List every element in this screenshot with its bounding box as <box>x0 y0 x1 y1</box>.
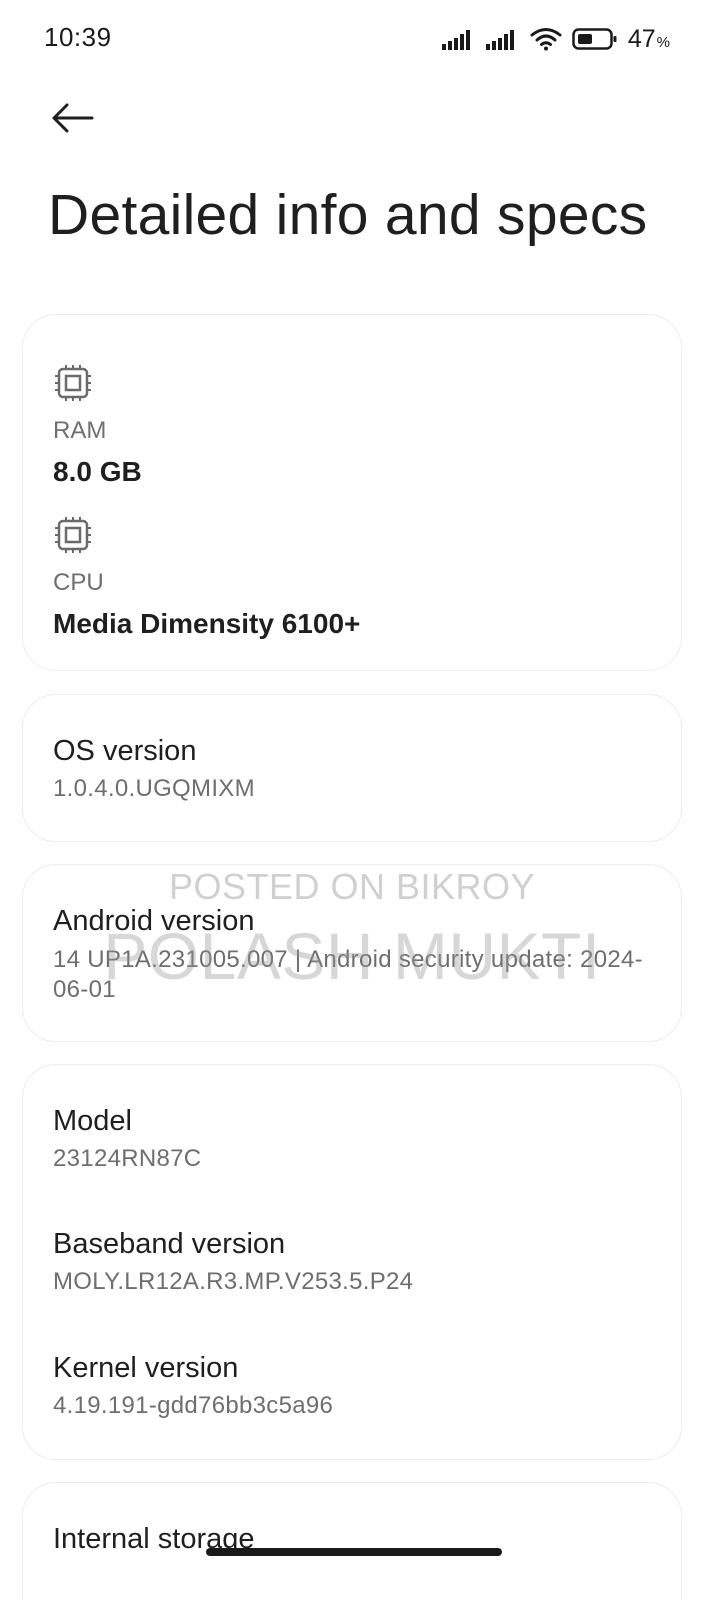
wifi-icon <box>530 27 562 51</box>
screen: 10:39 47 % Detailed info and specs RAM 8… <box>0 0 720 1600</box>
android-version-title: Android version <box>53 905 255 937</box>
battery-icon <box>572 27 618 51</box>
signal-icon <box>485 28 520 50</box>
arrow-left-icon <box>52 103 94 133</box>
hardware-card: RAM 8.0 GB CPU Media Dimensity 6100+ <box>22 314 682 671</box>
battery-percent: 47% <box>628 25 670 54</box>
os-version-value: 1.0.4.0.UGQMIXM <box>53 775 255 802</box>
chip-icon <box>55 365 91 401</box>
cpu-label: CPU <box>53 569 104 596</box>
kernel-version-title: Kernel version <box>53 1352 239 1384</box>
os-version-title: OS version <box>53 735 197 767</box>
device-info-card: Model 23124RN87C Baseband version MOLY.L… <box>22 1064 682 1460</box>
baseband-version-value: MOLY.LR12A.R3.MP.V253.5.P24 <box>53 1268 414 1295</box>
android-version-value: 14 UP1A.231005.007 | Android security up… <box>53 946 643 1003</box>
android-version-item[interactable]: Android version 14 UP1A.231005.007 | And… <box>22 864 682 1042</box>
back-button[interactable] <box>40 92 104 144</box>
model-title: Model <box>53 1105 132 1137</box>
kernel-version-value: 4.19.191-gdd76bb3c5a96 <box>53 1392 334 1419</box>
battery-percent-sign: % <box>656 33 670 51</box>
baseband-version-title: Baseband version <box>53 1228 286 1260</box>
ram-value: 8.0 GB <box>53 456 142 487</box>
status-time: 10:39 <box>44 22 112 52</box>
page-title: Detailed info and specs <box>48 183 648 247</box>
os-version-item[interactable]: OS version 1.0.4.0.UGQMIXM <box>22 694 682 842</box>
model-value: 23124RN87C <box>53 1145 202 1172</box>
cpu-value: Media Dimensity 6100+ <box>53 608 361 639</box>
ram-label: RAM <box>53 417 107 444</box>
status-bar: 10:39 47 % <box>0 0 720 76</box>
signal-icon <box>441 28 476 50</box>
status-icons: 47% <box>441 24 670 54</box>
internal-storage-item[interactable]: Internal storage <box>22 1482 682 1600</box>
home-indicator[interactable] <box>206 1548 502 1556</box>
chip-icon <box>55 517 91 553</box>
battery-percent-value: 47 <box>627 24 656 53</box>
